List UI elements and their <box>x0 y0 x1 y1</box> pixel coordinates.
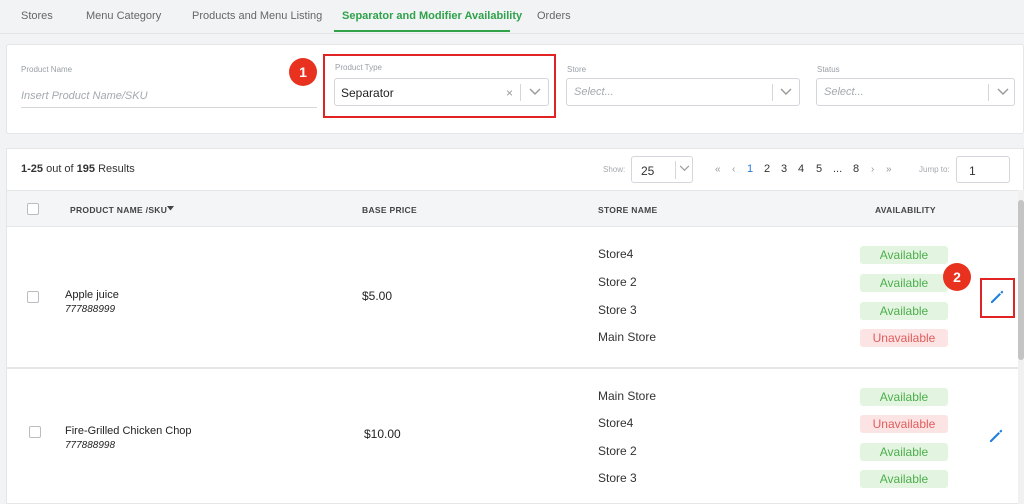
last-page-button[interactable]: » <box>886 164 892 175</box>
first-page-button[interactable]: « <box>715 164 721 175</box>
next-page-button[interactable]: › <box>871 164 874 175</box>
page-2-button[interactable]: 2 <box>764 163 770 175</box>
page-1-button[interactable]: 1 <box>747 163 753 175</box>
page-8-button[interactable]: 8 <box>853 163 859 175</box>
select-all-checkbox[interactable] <box>27 203 39 215</box>
prev-page-button[interactable]: ‹ <box>732 164 735 175</box>
caret-down-icon[interactable] <box>167 206 174 211</box>
store-label: Store <box>567 65 587 74</box>
status-badge: Available <box>860 443 948 461</box>
select-separator <box>772 84 773 101</box>
table-row: Apple juice 777888999 $5.00 Store4 Avail… <box>7 227 1019 368</box>
product-sku: 777888998 <box>65 440 116 451</box>
status-label: Status <box>817 65 840 74</box>
store-name: Store4 <box>598 416 634 430</box>
row-checkbox[interactable] <box>29 426 41 438</box>
store-placeholder: Select... <box>574 86 614 98</box>
table-row: Fire-Grilled Chicken Chop 777888998 $10.… <box>7 368 1019 504</box>
page-4-button[interactable]: 4 <box>798 163 804 175</box>
column-header-store-name: STORE NAME <box>598 205 658 215</box>
status-select[interactable]: Select... <box>816 78 1015 106</box>
jump-to-input[interactable]: 1 <box>956 156 1010 183</box>
per-page-select[interactable]: 25 <box>631 156 693 183</box>
results-bar: 1-25 out of 195 Results Show: 25 « ‹ 1 2… <box>6 148 1024 190</box>
product-name-input[interactable] <box>21 107 317 108</box>
product-name: Apple juice <box>65 289 119 301</box>
scrollbar[interactable] <box>1018 190 1024 504</box>
active-tab-indicator <box>334 30 510 32</box>
tab-orders[interactable]: Orders <box>537 10 571 22</box>
column-header-base-price: BASE PRICE <box>362 205 417 215</box>
chevron-down-icon[interactable] <box>679 165 690 172</box>
store-name: Main Store <box>598 330 657 344</box>
product-name: Fire-Grilled Chicken Chop <box>65 425 192 437</box>
status-badge: Available <box>860 388 948 406</box>
store-name: Store 2 <box>598 275 637 289</box>
product-sku: 777888999 <box>65 304 116 315</box>
tab-products-and-menu-listing[interactable]: Products and Menu Listing <box>192 10 322 22</box>
product-name-label: Product Name <box>21 65 73 74</box>
status-badge: Available <box>860 302 948 320</box>
base-price: $10.00 <box>364 427 401 441</box>
store-name: Main Store <box>598 389 657 403</box>
callout-badge-1: 1 <box>289 58 317 86</box>
jump-to-value: 1 <box>969 164 976 178</box>
store-select[interactable]: Select... <box>566 78 800 106</box>
product-name-placeholder: Insert Product Name/SKU <box>21 90 148 102</box>
select-separator <box>675 161 676 179</box>
edit-button-highlight <box>980 278 1015 318</box>
row-checkbox[interactable] <box>27 291 39 303</box>
table-header: PRODUCT NAME /SKU BASE PRICE STORE NAME … <box>7 190 1019 227</box>
top-tab-bar: Stores Menu Category Products and Menu L… <box>0 0 1024 34</box>
status-badge: Available <box>860 246 948 264</box>
status-badge: Unavailable <box>860 415 948 433</box>
select-separator <box>988 84 989 101</box>
store-name: Store 3 <box>598 471 637 485</box>
page-ellipsis: ... <box>833 163 843 175</box>
callout-badge-2: 2 <box>943 263 971 291</box>
chevron-down-icon[interactable] <box>780 88 792 96</box>
status-placeholder: Select... <box>824 86 864 98</box>
base-price: $5.00 <box>362 289 393 303</box>
jump-to-label: Jump to: <box>919 165 950 174</box>
page-5-button[interactable]: 5 <box>816 163 822 175</box>
results-summary: 1-25 out of 195 Results <box>21 163 135 175</box>
status-badge: Available <box>860 274 948 292</box>
status-badge: Available <box>860 470 948 488</box>
tab-stores[interactable]: Stores <box>21 10 53 22</box>
column-header-availability: AVAILABILITY <box>875 205 936 215</box>
column-header-product[interactable]: PRODUCT NAME /SKU <box>70 205 167 215</box>
tab-separator-modifier-availability[interactable]: Separator and Modifier Availability <box>342 10 522 22</box>
scrollbar-thumb[interactable] <box>1018 200 1024 360</box>
per-page-value: 25 <box>641 164 655 178</box>
status-badge: Unavailable <box>860 329 948 347</box>
store-name: Store 2 <box>598 444 637 458</box>
chevron-down-icon[interactable] <box>997 88 1009 96</box>
page-3-button[interactable]: 3 <box>781 163 787 175</box>
tab-menu-category[interactable]: Menu Category <box>86 10 161 22</box>
availability-table: PRODUCT NAME /SKU BASE PRICE STORE NAME … <box>6 190 1019 504</box>
show-label: Show: <box>603 165 626 174</box>
product-type-highlight <box>323 54 556 118</box>
pencil-icon[interactable] <box>988 428 1004 444</box>
store-name: Store 3 <box>598 303 637 317</box>
store-name: Store4 <box>598 247 634 261</box>
